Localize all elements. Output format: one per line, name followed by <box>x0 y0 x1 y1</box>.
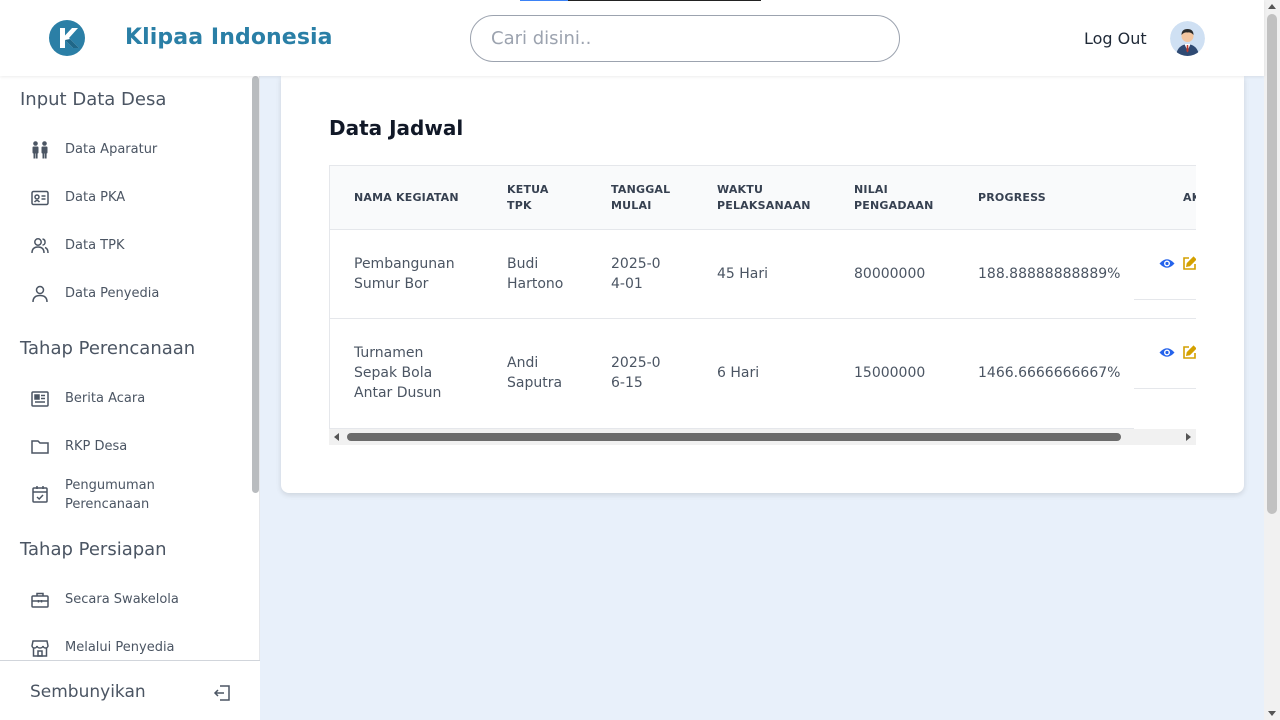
page-title: Data Jadwal <box>329 116 464 140</box>
people-icon <box>30 140 50 160</box>
col-nilai-pengadaan: NILAI PENGADAAN <box>854 183 934 212</box>
eye-icon[interactable] <box>1159 345 1175 360</box>
cell-tanggal-mulai: 2025-04-01 <box>611 256 661 292</box>
cell-progress: 188.88888888889% <box>978 266 1121 282</box>
sidebar-item-rkp-desa[interactable]: RKP Desa <box>30 437 127 457</box>
sidebar-item-data-pka[interactable]: Data PKA <box>30 188 125 208</box>
table-header: NAMA KEGIATAN KETUA TPK TANGGAL MULAI WA… <box>329 165 1196 230</box>
sidebar-item-label: Pengumuman Perencanaan <box>65 478 155 512</box>
sidebar-item-label: RKP Desa <box>65 439 128 454</box>
action-divider <box>1134 299 1196 300</box>
cell-ketua-tpk: Budi Hartono <box>507 256 564 292</box>
section-input-data-desa: Input Data Desa <box>20 89 167 110</box>
cell-progress: 1466.6666666667% <box>978 365 1121 381</box>
sidebar-menu: Input Data Desa Data Aparatur Data PKA D… <box>0 76 250 661</box>
sidebar-item-data-penyedia[interactable]: Data Penyedia <box>30 284 159 304</box>
sidebar: Input Data Desa Data Aparatur Data PKA D… <box>0 76 260 720</box>
store-icon <box>30 638 50 658</box>
cell-nama-kegiatan: Pembangunan Sumur Bor <box>354 256 455 292</box>
table-horizontal-scrollbar[interactable] <box>329 429 1196 445</box>
sidebar-footer: Sembunyikan <box>0 660 260 720</box>
cell-nama-kegiatan: Turnamen Sepak Bola Antar Dusun <box>354 345 442 401</box>
table-row: Pembangunan Sumur Bor Budi Hartono 2025-… <box>329 230 1196 319</box>
row-actions <box>1159 256 1196 271</box>
briefcase-icon <box>30 590 50 610</box>
section-tahap-perencanaan: Tahap Perencanaan <box>20 338 196 359</box>
brand-name[interactable]: Klipaa Indonesia <box>125 25 333 50</box>
sidebar-item-melalui-penyedia[interactable]: Melalui Penyedia <box>30 638 175 658</box>
sidebar-item-pengumuman-perencanaan[interactable]: Pengumuman Perencanaan <box>30 478 155 512</box>
sidebar-item-label: Berita Acara <box>65 391 146 406</box>
sidebar-item-label: Data PKA <box>65 190 126 205</box>
id-card-icon <box>30 188 50 208</box>
scroll-down-arrow-icon[interactable] <box>1268 711 1276 716</box>
col-tanggal-mulai: TANGGAL MULAI <box>611 183 671 212</box>
logout-arrow-icon[interactable] <box>212 683 232 703</box>
action-divider <box>1134 388 1196 389</box>
cell-nilai-pengadaan: 80000000 <box>854 266 926 282</box>
sidebar-item-label: Data Aparatur <box>65 142 158 157</box>
scroll-right-arrow-icon[interactable] <box>1186 433 1191 441</box>
jadwal-table: NAMA KEGIATAN KETUA TPK TANGGAL MULAI WA… <box>329 165 1196 429</box>
loading-bar <box>520 0 761 1</box>
sidebar-scrollbar[interactable] <box>252 76 259 493</box>
sidebar-item-data-aparatur[interactable]: Data Aparatur <box>30 140 157 160</box>
scroll-up-arrow-icon[interactable] <box>1268 4 1276 9</box>
sidebar-item-data-tpk[interactable]: Data TPK <box>30 236 124 256</box>
cell-ketua-tpk: Andi Saputra <box>507 355 563 391</box>
newspaper-icon <box>30 389 50 409</box>
user-icon <box>30 284 50 304</box>
page-scrollbar-thumb[interactable] <box>1267 14 1277 514</box>
scroll-left-arrow-icon[interactable] <box>334 433 339 441</box>
edit-icon[interactable] <box>1182 256 1196 271</box>
page-scrollbar[interactable] <box>1264 0 1280 720</box>
col-nama-kegiatan: NAMA KEGIATAN <box>354 191 459 204</box>
scrollbar-thumb[interactable] <box>347 433 1121 441</box>
logout-button[interactable]: Log Out <box>1084 29 1147 48</box>
cell-waktu-pelaksanaan: 45 Hari <box>717 266 769 282</box>
sidebar-item-label: Data TPK <box>65 238 125 253</box>
sidebar-item-label: Data Penyedia <box>65 286 160 301</box>
sidebar-item-label: Melalui Penyedia <box>65 640 175 655</box>
search-input[interactable] <box>470 15 900 62</box>
klipaa-logo-icon[interactable] <box>49 20 85 56</box>
eye-icon[interactable] <box>1159 256 1175 271</box>
sidebar-item-secara-swakelola[interactable]: Secara Swakelola <box>30 590 179 610</box>
col-aksi: AK <box>1183 191 1196 204</box>
col-progress: PROGRESS <box>978 191 1046 204</box>
folder-icon <box>30 437 50 457</box>
top-header: Klipaa Indonesia Log Out <box>0 0 1264 76</box>
table-row: Turnamen Sepak Bola Antar Dusun Andi Sap… <box>329 319 1196 429</box>
col-waktu-pelaksanaan: WAKTU PELAKSANAAN <box>717 183 811 212</box>
sidebar-item-label: Secara Swakelola <box>65 592 179 607</box>
hide-sidebar-label[interactable]: Sembunyikan <box>30 682 146 702</box>
cell-nilai-pengadaan: 15000000 <box>854 365 926 381</box>
cell-waktu-pelaksanaan: 6 Hari <box>717 365 760 381</box>
edit-icon[interactable] <box>1182 345 1196 360</box>
calendar-check-icon <box>30 484 50 504</box>
users-icon <box>30 236 50 256</box>
col-ketua-tpk: KETUA TPK <box>507 183 549 212</box>
sidebar-item-berita-acara[interactable]: Berita Acara <box>30 389 145 409</box>
data-jadwal-card: Data Jadwal NAMA KEGIATAN KETUA TPK TANG… <box>281 76 1244 493</box>
row-actions <box>1159 345 1196 360</box>
cell-tanggal-mulai: 2025-06-15 <box>611 355 661 391</box>
section-tahap-persiapan: Tahap Persiapan <box>20 539 167 560</box>
avatar[interactable] <box>1170 21 1205 56</box>
